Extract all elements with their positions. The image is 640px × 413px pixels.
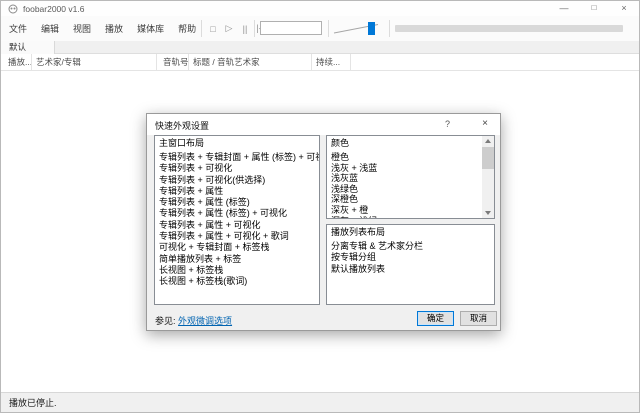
close-button[interactable]: ×	[609, 1, 639, 16]
playlist-column-headers: 播放... 艺术家/专辑 音轨号 标题 / 音轨艺术家 持续...	[1, 54, 639, 71]
menu-edit[interactable]: 编辑	[41, 22, 59, 35]
list-item[interactable]: 浅灰蓝	[331, 173, 478, 184]
main-layout-listbox[interactable]: 主窗口布局 专辑列表 + 专辑封面 + 属性 (标签) + 可视化 + 歌词 专…	[154, 135, 320, 305]
list-item[interactable]: 长视图 + 标签栈(歌词)	[159, 276, 315, 287]
seekbar[interactable]	[395, 25, 623, 32]
column-artist-album[interactable]: 艺术家/专辑	[32, 54, 157, 71]
list-item[interactable]: 专辑列表 + 可视化(供选择)	[159, 175, 315, 186]
tab-default-playlist[interactable]: 默认	[1, 41, 55, 54]
dialog-close-button[interactable]: ×	[470, 114, 500, 135]
list-item[interactable]: 橙色	[331, 152, 478, 163]
list-item[interactable]: 专辑列表 + 专辑封面 + 属性 (标签) + 可视化 + 歌词	[159, 152, 315, 163]
maximize-button[interactable]: □	[579, 1, 609, 16]
titlebar: foobar2000 v1.6 — □ ×	[1, 1, 639, 16]
column-duration[interactable]: 持续...	[312, 54, 351, 71]
volume-slider-handle	[368, 22, 375, 35]
colors-listbox[interactable]: 颜色 橙色 浅灰 + 浅蓝 浅灰蓝 浅绿色 深橙色 深灰 + 橙 深灰 + 浅绿	[326, 135, 495, 219]
playlist-layout-listbox[interactable]: 播放列表布局 分离专辑 & 艺术家分栏 按专辑分组 默认播放列表	[326, 224, 495, 305]
stop-icon[interactable]: □	[207, 24, 219, 34]
list-item[interactable]: 默认播放列表	[331, 264, 490, 275]
list-item[interactable]: 深橙色	[331, 194, 478, 205]
toolbar-separator	[389, 20, 390, 37]
window-title: foobar2000 v1.6	[23, 4, 84, 14]
list-item[interactable]: 可视化 + 专辑封面 + 标签栈	[159, 242, 315, 253]
list-item[interactable]: 专辑列表 + 属性 (标签)	[159, 197, 315, 208]
see-also: 参见: 外观微调选项	[155, 314, 232, 327]
list-item[interactable]: 长视图 + 标签栈	[159, 265, 315, 276]
pause-icon[interactable]: ||	[239, 24, 251, 34]
volume-slider[interactable]	[332, 16, 385, 41]
toolbar-separator	[328, 20, 329, 37]
scroll-up-icon[interactable]	[482, 136, 494, 146]
see-also-label: 参见:	[155, 316, 176, 326]
statusbar: 播放已停止.	[1, 392, 639, 413]
list-item[interactable]: 深灰 + 橙	[331, 205, 478, 216]
menubar: 文件 编辑 视图 播放 媒体库 帮助 □ ▷ || |◁ ▷| ▷?	[1, 16, 639, 41]
menu-library[interactable]: 媒体库	[137, 22, 164, 35]
list-item[interactable]: 专辑列表 + 可视化	[159, 163, 315, 174]
list-item[interactable]: 专辑列表 + 属性 + 可视化 + 歌词	[159, 231, 315, 242]
menu-file[interactable]: 文件	[9, 22, 27, 35]
dialog-titlebar: 快速外观设置 ? ×	[147, 114, 500, 135]
menu-view[interactable]: 视图	[73, 22, 91, 35]
appearance-options-link[interactable]: 外观微调选项	[178, 316, 232, 326]
colors-header: 颜色	[331, 138, 478, 149]
quick-appearance-dialog: 快速外观设置 ? × 主窗口布局 专辑列表 + 专辑封面 + 属性 (标签) +…	[146, 113, 501, 331]
status-text: 播放已停止.	[9, 398, 57, 408]
list-item[interactable]: 专辑列表 + 属性 + 可视化	[159, 220, 315, 231]
dialog-help-button[interactable]: ?	[435, 114, 460, 135]
scroll-down-icon[interactable]	[482, 208, 494, 218]
column-playing[interactable]: 播放...	[1, 54, 32, 71]
column-title-artist[interactable]: 标题 / 音轨艺术家	[189, 54, 312, 71]
list-item[interactable]: 按专辑分组	[331, 252, 490, 263]
dialog-title: 快速外观设置	[155, 119, 209, 132]
scrollbar-thumb[interactable]	[482, 147, 494, 169]
list-item[interactable]: 简单播放列表 + 标签	[159, 254, 315, 265]
colors-scrollbar[interactable]	[482, 136, 494, 218]
minimize-button[interactable]: —	[549, 1, 579, 16]
cancel-button[interactable]: 取消	[460, 311, 497, 326]
menu-help[interactable]: 帮助	[178, 22, 196, 35]
main-layout-header: 主窗口布局	[159, 138, 315, 149]
foobar2000-window: foobar2000 v1.6 — □ × 文件 编辑 视图 播放 媒体库 帮助…	[0, 0, 640, 413]
toolbar-separator	[201, 20, 202, 37]
list-item[interactable]: 深灰 + 浅绿	[331, 216, 478, 219]
play-icon[interactable]: ▷	[223, 23, 235, 34]
playlist-tabbar: 默认	[1, 41, 639, 54]
foobar2000-app-icon	[8, 4, 18, 14]
list-item[interactable]: 专辑列表 + 属性	[159, 186, 315, 197]
menu-playback[interactable]: 播放	[105, 22, 123, 35]
list-item[interactable]: 浅灰 + 浅蓝	[331, 163, 478, 174]
search-input[interactable]	[260, 21, 322, 35]
toolbar-separator	[254, 20, 255, 37]
menu-items: 文件 编辑 视图 播放 媒体库 帮助	[9, 16, 196, 41]
ok-button[interactable]: 确定	[417, 311, 454, 326]
list-item[interactable]: 浅绿色	[331, 184, 478, 195]
list-item[interactable]: 分离专辑 & 艺术家分栏	[331, 241, 490, 252]
column-track-no[interactable]: 音轨号	[157, 54, 189, 71]
playlist-layout-header: 播放列表布局	[331, 227, 490, 238]
list-item[interactable]: 专辑列表 + 属性 (标签) + 可视化	[159, 208, 315, 219]
